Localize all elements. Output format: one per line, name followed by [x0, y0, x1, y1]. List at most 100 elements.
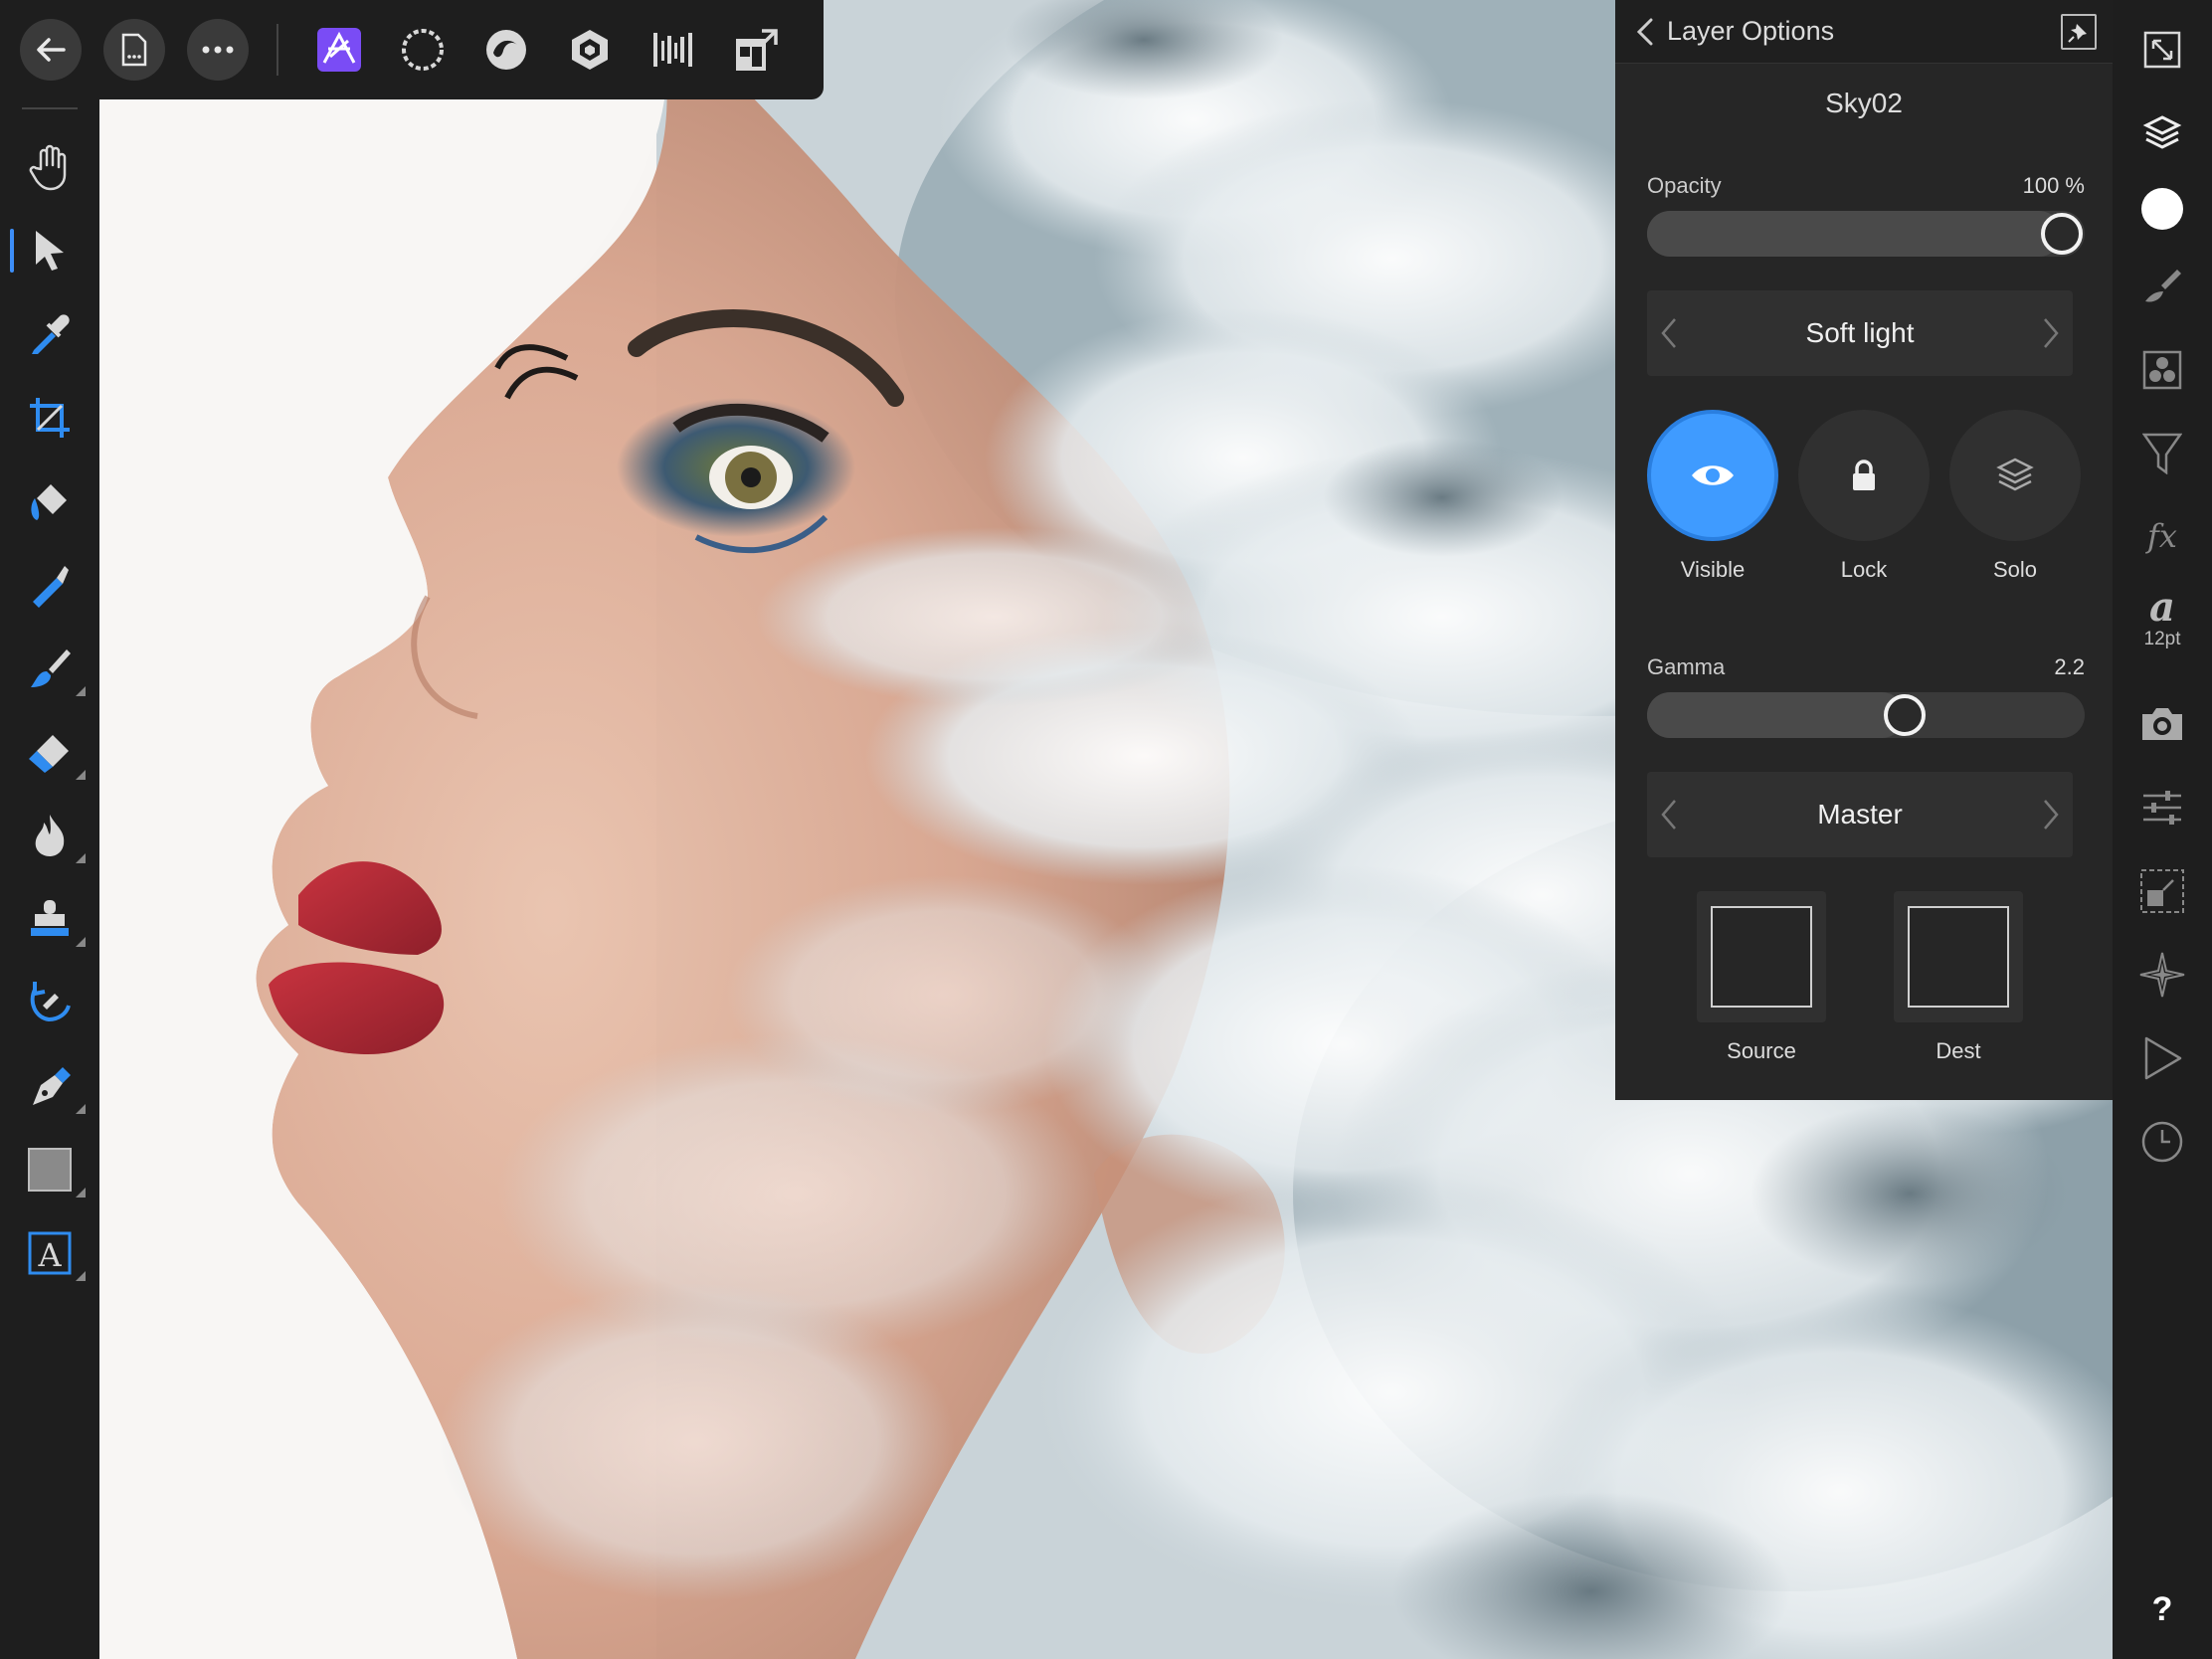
funnel-icon: [2142, 433, 2182, 474]
hand-icon: [29, 144, 67, 191]
view-tool[interactable]: [0, 125, 99, 209]
compass-icon: [2139, 952, 2185, 998]
history-studio-button[interactable]: [2113, 1100, 2212, 1184]
undo-brush-tool[interactable]: [0, 961, 99, 1044]
solo-label: Solo: [1992, 557, 2038, 582]
color-studio-button[interactable]: [2113, 167, 2212, 251]
selection-icon: [2140, 869, 2184, 913]
selection-persona-button[interactable]: [392, 19, 454, 81]
transform-studio-button[interactable]: [2113, 766, 2212, 849]
gamma-slider-knob[interactable]: [1884, 694, 1927, 736]
develop-persona-button[interactable]: [559, 19, 621, 81]
top-toolbar: [0, 0, 824, 99]
layers-stack-icon: [1996, 458, 2034, 491]
dest-range-preview: [1908, 906, 2009, 1008]
clone-brush-tool[interactable]: [0, 877, 99, 961]
brushes-studio-button[interactable]: [2113, 245, 2212, 328]
rectangle-tool[interactable]: [0, 1128, 99, 1211]
paint-brush-tool[interactable]: [0, 627, 99, 710]
next-blend-mode-icon[interactable]: [2037, 315, 2063, 351]
gamma-value: 2.2: [2054, 654, 2085, 679]
develop-persona-icon: [572, 30, 608, 70]
color-picker-tool[interactable]: [0, 292, 99, 376]
svg-text:fx: fx: [2145, 517, 2177, 555]
tool-flyout-indicator: [76, 1271, 86, 1281]
panel-title: Layer Options: [1667, 16, 1835, 46]
source-range-button[interactable]: [1697, 891, 1826, 1022]
flame-icon: [35, 815, 65, 856]
fx-icon: fx: [2145, 517, 2177, 555]
opacity-slider[interactable]: [1647, 211, 2085, 257]
brush-stroke-icon: [2145, 270, 2181, 302]
svg-text:A: A: [37, 1236, 62, 1274]
tool-flyout-indicator: [76, 853, 86, 863]
camera-studio-button[interactable]: [2113, 682, 2212, 766]
export-persona-button[interactable]: [726, 19, 788, 81]
fullscreen-button[interactable]: [2113, 8, 2212, 92]
tone-mapping-persona-icon: [653, 33, 692, 67]
studio-bar: fx a 12pt ?: [2113, 0, 2212, 1659]
text-tool[interactable]: A: [0, 1211, 99, 1295]
play-icon: [2144, 1036, 2182, 1080]
eye-icon: [1692, 465, 1734, 485]
rectangle-shape-icon: [28, 1148, 72, 1192]
blend-mode-selector[interactable]: Soft light: [1647, 290, 2073, 376]
solo-toggle[interactable]: [1949, 410, 2081, 541]
selection-brush-icon: [33, 566, 69, 608]
gamma-label: Gamma: [1647, 654, 1726, 679]
source-range-preview: [1711, 906, 1812, 1008]
lock-label: Lock: [1840, 557, 1888, 582]
dest-range-button[interactable]: [1894, 891, 2023, 1022]
tool-flyout-indicator: [76, 770, 86, 780]
text-studio-button[interactable]: a 12pt: [2113, 577, 2212, 660]
selection-brush-tool[interactable]: [0, 543, 99, 627]
tool-flyout-indicator: [76, 1104, 86, 1114]
channels-studio-button[interactable]: [2113, 328, 2212, 412]
opacity-slider-knob[interactable]: [2041, 213, 2083, 255]
back-button[interactable]: [20, 19, 82, 81]
color-swatch-icon: [2141, 188, 2183, 230]
help-button[interactable]: ?: [2113, 1567, 2212, 1651]
document-menu-button[interactable]: [103, 19, 165, 81]
channel-selector[interactable]: Master: [1647, 772, 2073, 857]
photo-persona-icon: [317, 28, 361, 72]
panel-back-chevron-icon[interactable]: [1631, 16, 1663, 48]
liquify-persona-icon: [486, 30, 526, 70]
adjustments-studio-button[interactable]: [2113, 412, 2212, 495]
pin-button[interactable]: [2061, 14, 2097, 50]
document-icon: [121, 33, 147, 67]
macro-studio-button[interactable]: [2113, 1016, 2212, 1100]
photo-persona-button[interactable]: [308, 19, 370, 81]
visible-toggle[interactable]: [1647, 410, 1778, 541]
toolbar-divider: [276, 24, 278, 76]
crop-icon: [30, 398, 70, 438]
next-channel-icon[interactable]: [2037, 797, 2063, 832]
tool-flyout-indicator: [76, 1188, 86, 1198]
crop-tool[interactable]: [0, 376, 99, 460]
burn-brush-tool[interactable]: [0, 794, 99, 877]
back-arrow-icon: [37, 38, 66, 62]
pen-tool[interactable]: [0, 1044, 99, 1128]
fx-studio-button[interactable]: fx: [2113, 495, 2212, 579]
help-label: ?: [2151, 1589, 2173, 1628]
erase-brush-tool[interactable]: [0, 710, 99, 794]
selection-studio-button[interactable]: [2113, 849, 2212, 933]
panel-header: Layer Options: [1615, 0, 2113, 64]
layers-studio-button[interactable]: [2113, 92, 2212, 175]
flood-fill-tool[interactable]: [0, 460, 99, 543]
tone-mapping-persona-button[interactable]: [643, 19, 704, 81]
layer-options-panel: Layer Options Sky02 Opacity 100 % Soft l…: [1615, 0, 2113, 1100]
move-tool[interactable]: [0, 209, 99, 292]
text-size-value: 12pt: [2143, 629, 2181, 649]
navigator-studio-button[interactable]: [2113, 933, 2212, 1016]
svg-text:a: a: [2149, 587, 2175, 627]
more-button[interactable]: [187, 19, 249, 81]
gamma-slider[interactable]: [1647, 692, 2085, 738]
liquify-persona-button[interactable]: [475, 19, 537, 81]
stamp-icon: [31, 900, 69, 936]
lock-icon: [1853, 460, 1875, 490]
lock-toggle[interactable]: [1798, 410, 1930, 541]
eraser-icon: [29, 735, 69, 773]
history-clock-icon: [2141, 1121, 2183, 1163]
paintbrush-icon: [31, 649, 71, 687]
